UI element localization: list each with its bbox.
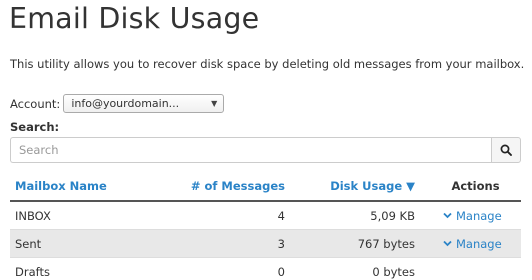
search-group: Search xyxy=(10,137,521,163)
table-header: Mailbox Name # of Messages Disk Usage ▼ … xyxy=(10,172,521,202)
mailbox-name: Sent xyxy=(15,236,42,251)
account-select[interactable]: info@yourdomain... ▼ xyxy=(63,94,225,113)
account-row: Account: info@yourdomain... ▼ xyxy=(10,94,225,113)
header-mailbox-name[interactable]: Mailbox Name xyxy=(10,179,160,193)
manage-button[interactable]: Manage xyxy=(443,209,521,223)
mailbox-table: Mailbox Name # of Messages Disk Usage ▼ … xyxy=(10,172,521,280)
table-row: Sent 3 767 bytes Manage xyxy=(10,230,521,258)
header-disk-usage[interactable]: Disk Usage ▼ xyxy=(285,179,415,193)
mailbox-name: Drafts xyxy=(15,264,50,279)
disk-usage: 0 bytes xyxy=(372,264,415,279)
manage-button[interactable]: Manage xyxy=(443,237,521,251)
header-actions: Actions xyxy=(451,179,500,193)
chevron-down-icon xyxy=(443,212,452,219)
chevron-down-icon xyxy=(443,240,452,247)
mailbox-name: INBOX xyxy=(15,208,51,223)
message-count: 0 xyxy=(277,264,285,279)
page-title: Email Disk Usage xyxy=(9,2,260,35)
page-description: This utility allows you to recover disk … xyxy=(10,57,525,71)
search-button[interactable] xyxy=(491,137,521,163)
message-count: 3 xyxy=(277,236,285,251)
disk-usage: 767 bytes xyxy=(357,236,415,251)
account-label: Account: xyxy=(10,96,61,111)
manage-label: Manage xyxy=(456,208,502,223)
search-icon xyxy=(500,141,512,160)
message-count: 4 xyxy=(277,208,285,223)
manage-label: Manage xyxy=(456,236,502,251)
account-selected-value: info@yourdomain... xyxy=(71,97,180,110)
disk-usage: 5,09 KB xyxy=(370,208,415,223)
search-label: Search: xyxy=(10,120,60,134)
search-input[interactable]: Search xyxy=(10,137,491,163)
table-row: INBOX 4 5,09 KB Manage xyxy=(10,202,521,230)
table-row: Drafts 0 0 bytes xyxy=(10,258,521,280)
header-message-count[interactable]: # of Messages xyxy=(160,179,285,193)
chevron-down-icon: ▼ xyxy=(211,99,218,108)
